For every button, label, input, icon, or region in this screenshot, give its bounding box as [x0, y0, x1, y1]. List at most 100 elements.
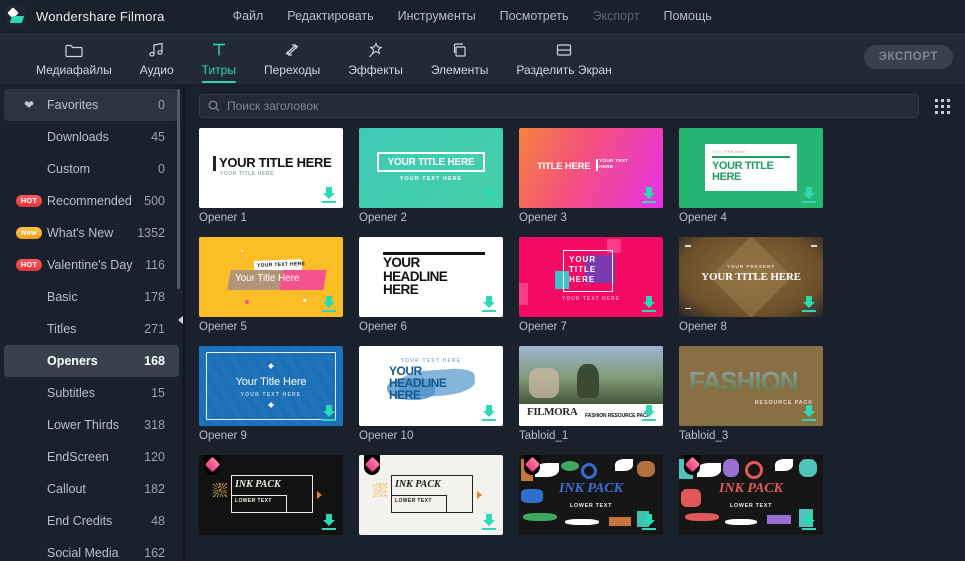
- tab-audio[interactable]: Аудио: [126, 33, 188, 85]
- template-cell[interactable]: FASHION RESOURCE PACK Tabloid_3: [679, 346, 823, 442]
- template-cell[interactable]: YOUR TEXT HERE YOUR HEADLINE HERE Opener 10: [359, 346, 503, 442]
- download-arrow-icon[interactable]: [802, 187, 816, 203]
- download-arrow-icon[interactable]: [322, 187, 336, 203]
- tab-audio-label: Аудио: [139, 63, 174, 77]
- search-box[interactable]: [199, 94, 919, 118]
- badge-spacer: [16, 551, 42, 555]
- template-thumbnail[interactable]: YOUR TEXT HERE Your Title Here: [199, 237, 343, 317]
- template-thumbnail[interactable]: FILMORA FASHION RESOURCE PACK: [519, 346, 663, 426]
- template-cell[interactable]: YOUR TITLE HERE YOUR TEXT HERE Opener 7: [519, 237, 663, 333]
- sidebar-item-titles[interactable]: Titles 271: [4, 313, 179, 345]
- template-thumbnail[interactable]: TITLE HERE YOUR TEXT HERE: [519, 128, 663, 208]
- sidebar-item-basic[interactable]: Basic 178: [4, 281, 179, 313]
- sidebar-item-label: Favorites: [47, 98, 99, 112]
- template-cell[interactable]: Your Title Here YOUR TEXT HERE Opener 9: [199, 346, 343, 442]
- template-thumbnail[interactable]: INK PACK LOWER TEXT: [359, 455, 503, 535]
- tab-transitions[interactable]: Переходы: [250, 33, 334, 85]
- tab-elements[interactable]: Элементы: [417, 33, 503, 85]
- menu-item-view[interactable]: Посмотреть: [488, 5, 581, 27]
- sidebar-item-lower-thirds[interactable]: Lower Thirds 318: [4, 409, 179, 441]
- download-arrow-icon[interactable]: [322, 296, 336, 312]
- premium-gem-icon: [364, 455, 380, 475]
- badge-new: New: [16, 227, 42, 239]
- music-note-icon: [148, 40, 166, 60]
- sidebar-item-valentine-s-day[interactable]: HOT Valentine's Day 116: [4, 249, 179, 281]
- sidebar-item-downloads[interactable]: Downloads 45: [4, 121, 179, 153]
- template-cell[interactable]: YOUR HEADLINE HERE Opener 6: [359, 237, 503, 333]
- tab-titles[interactable]: Титры: [188, 33, 250, 85]
- template-cell[interactable]: INK PACK LOWER TEXT: [199, 455, 343, 539]
- tab-effects-label: Эффекты: [348, 63, 403, 77]
- download-arrow-icon[interactable]: [642, 187, 656, 203]
- template-thumbnail[interactable]: YOUR HEADLINE HERE: [359, 237, 503, 317]
- template-thumbnail[interactable]: YOUR TITLE HERE YOUR TEXT HERE: [359, 128, 503, 208]
- sidebar-item-custom[interactable]: Custom 0: [4, 153, 179, 185]
- download-arrow-icon[interactable]: [642, 405, 656, 421]
- tab-split-screen[interactable]: Разделить Экран: [502, 33, 625, 85]
- download-arrow-icon[interactable]: [322, 514, 336, 530]
- template-cell[interactable]: INK PACK LOWER TEXT: [359, 455, 503, 539]
- sidebar-item-openers[interactable]: Openers 168: [4, 345, 179, 377]
- tab-media[interactable]: Медиафайлы: [22, 33, 126, 85]
- sidebar-item-what-s-new[interactable]: New What's New 1352: [4, 217, 179, 249]
- badge-hot: HOT: [16, 195, 42, 207]
- download-arrow-icon[interactable]: [802, 296, 816, 312]
- tab-effects[interactable]: Эффекты: [334, 33, 417, 85]
- template-cell[interactable]: INK PACK LOWER TEXT: [679, 455, 823, 539]
- collapse-left-arrow-icon[interactable]: [175, 305, 183, 335]
- download-arrow-icon[interactable]: [322, 405, 336, 421]
- tab-titles-label: Титры: [201, 63, 236, 77]
- bottom-edge: [185, 551, 965, 561]
- template-cell[interactable]: YOU PRESENT YOUR TITLE HERE Opener 4: [679, 128, 823, 224]
- main-body: ❤ Favorites 0 Downloads 45 Custom 0 HOT Recommen…: [0, 85, 965, 561]
- export-button[interactable]: ЭКСПОРТ: [863, 45, 953, 69]
- template-thumbnail[interactable]: YOUR TITLE HERE YOUR TITLE HERE: [199, 128, 343, 208]
- sidebar-item-count: 318: [144, 418, 165, 432]
- sidebar-item-label: EndScreen: [47, 450, 109, 464]
- grid-view-icon[interactable]: [929, 94, 955, 118]
- menu-item-edit[interactable]: Редактировать: [275, 5, 385, 27]
- download-arrow-icon[interactable]: [642, 514, 656, 530]
- download-arrow-icon[interactable]: [642, 296, 656, 312]
- template-cell[interactable]: TITLE HERE YOUR TEXT HERE Opener 3: [519, 128, 663, 224]
- sidebar-item-label: Openers: [47, 354, 98, 368]
- template-cell[interactable]: YOUR TITLE HERE YOUR TITLE HERE Opener 1: [199, 128, 343, 224]
- download-arrow-icon[interactable]: [482, 514, 496, 530]
- template-thumbnail[interactable]: Your Title Here YOUR TEXT HERE: [199, 346, 343, 426]
- menu-item-file[interactable]: Файл: [221, 5, 276, 27]
- template-cell[interactable]: YOUR PRESENT YOUR TITLE HERE Opener 8: [679, 237, 823, 333]
- sidebar-scrollbar[interactable]: [177, 89, 180, 289]
- premium-gem-icon: [524, 455, 540, 475]
- sidebar-item-subtitles[interactable]: Subtitles 15: [4, 377, 179, 409]
- template-thumbnail[interactable]: YOUR TEXT HERE YOUR HEADLINE HERE: [359, 346, 503, 426]
- download-arrow-icon[interactable]: [482, 187, 496, 203]
- sidebar-item-callout[interactable]: Callout 182: [4, 473, 179, 505]
- template-thumbnail[interactable]: INK PACK LOWER TEXT: [679, 455, 823, 535]
- sidebar-item-recommended[interactable]: HOT Recommended 500: [4, 185, 179, 217]
- split-screen-icon: [555, 40, 573, 60]
- download-arrow-icon[interactable]: [802, 514, 816, 530]
- download-arrow-icon[interactable]: [482, 296, 496, 312]
- menu-item-help[interactable]: Помощь: [652, 5, 724, 27]
- download-arrow-icon[interactable]: [802, 405, 816, 421]
- template-thumbnail[interactable]: YOUR TITLE HERE YOUR TEXT HERE: [519, 237, 663, 317]
- sidebar-item-favorites[interactable]: ❤ Favorites 0: [4, 89, 179, 121]
- filmora-logo-icon: [5, 5, 27, 27]
- template-cell[interactable]: YOUR TITLE HERE YOUR TEXT HERE Opener 2: [359, 128, 503, 224]
- template-thumbnail[interactable]: INK PACK LOWER TEXT: [519, 455, 663, 535]
- sidebar-item-endscreen[interactable]: EndScreen 120: [4, 441, 179, 473]
- template-thumbnail[interactable]: YOU PRESENT YOUR TITLE HERE: [679, 128, 823, 208]
- sidebar-item-end-credits[interactable]: End Credits 48: [4, 505, 179, 537]
- search-input[interactable]: [227, 99, 910, 113]
- menu-item-tools[interactable]: Инструменты: [386, 5, 488, 27]
- template-cell[interactable]: FILMORA FASHION RESOURCE PACK Tabloid_1: [519, 346, 663, 442]
- template-thumbnail[interactable]: FASHION RESOURCE PACK: [679, 346, 823, 426]
- template-thumbnail[interactable]: INK PACK LOWER TEXT: [199, 455, 343, 535]
- template-thumbnail[interactable]: YOUR PRESENT YOUR TITLE HERE: [679, 237, 823, 317]
- download-arrow-icon[interactable]: [482, 405, 496, 421]
- search-row: [185, 85, 965, 126]
- template-cell[interactable]: YOUR TEXT HERE Your Title Here Opener 5: [199, 237, 343, 333]
- template-cell[interactable]: INK PACK LOWER TEXT: [519, 455, 663, 539]
- sidebar-item-label: Custom: [47, 162, 91, 176]
- sidebar-item-social-media[interactable]: Social Media 162: [4, 537, 179, 561]
